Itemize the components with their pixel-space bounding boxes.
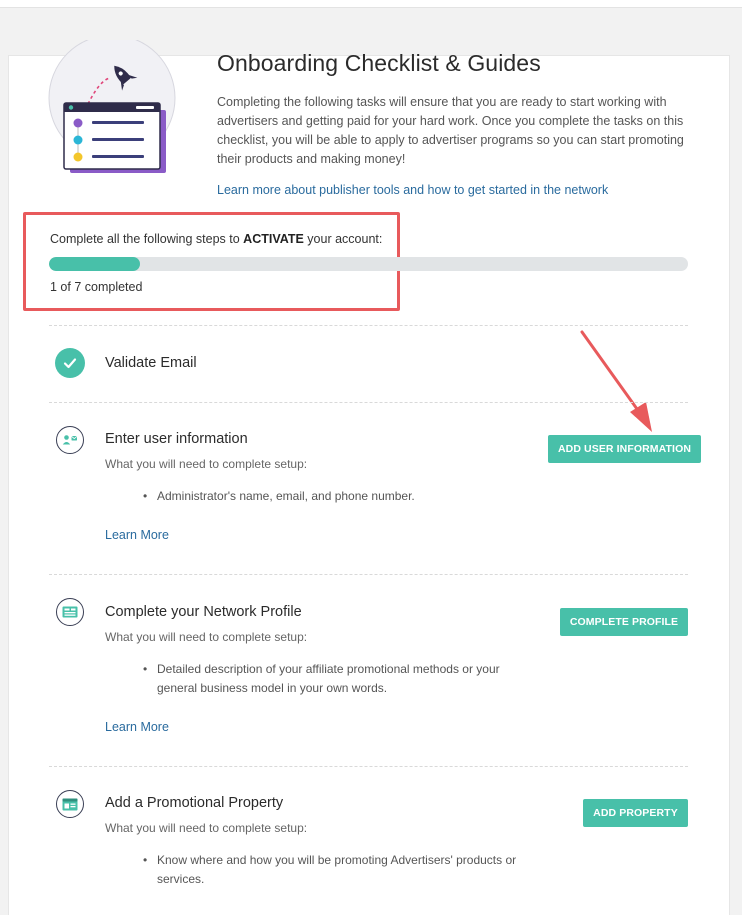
complete-profile-button[interactable]: COMPLETE PROFILE [560,608,688,636]
requirement-item: Administrator's name, email, and phone n… [143,487,528,506]
intro-paragraph: Completing the following tasks will ensu… [217,95,684,166]
progress-label-emphasis: ACTIVATE [243,232,304,246]
progress-label: Complete all the following steps to ACTI… [50,232,382,246]
progress-count: 1 of 7 completed [50,280,143,294]
divider [49,574,688,575]
progress-bar [49,257,688,271]
rocket-checklist-illustration [48,40,176,173]
top-bar [0,0,742,8]
checkmark-icon [63,358,77,369]
step-subtitle: What you will need to complete setup: [105,457,308,471]
step-title-promotional-property: Add a Promotional Property [105,795,284,811]
progress-bar-fill [49,257,141,271]
learn-publisher-tools-link[interactable]: Learn more about publisher tools and how… [217,183,608,197]
add-property-button[interactable]: ADD PROPERTY [583,799,688,827]
step-title-user-info: Enter user information [105,431,248,447]
progress-label-prefix: Complete all the following steps to [50,232,244,246]
step-subtitle: What you will need to complete setup: [105,630,308,644]
requirement-item: Detailed description of your affiliate p… [143,660,528,698]
step-title-validate-email: Validate Email [105,355,197,371]
profile-card-icon [56,598,84,626]
learn-more-link-user-info[interactable]: Learn More [105,528,169,542]
browser-window-icon [56,790,84,818]
page-title: Onboarding Checklist & Guides [217,50,541,76]
step-subtitle: What you will need to complete setup: [105,821,308,835]
divider [49,325,688,326]
step-completed-badge [55,348,85,378]
divider [49,766,688,767]
learn-more-link-network-profile[interactable]: Learn More [105,720,169,734]
divider [49,402,688,403]
step-title-network-profile: Complete your Network Profile [105,604,302,620]
add-user-information-button[interactable]: ADD USER INFORMATION [548,435,701,463]
user-card-icon [56,426,84,454]
requirement-item: Know where and how you will be promoting… [143,851,528,889]
annotation-arrow-icon [580,330,652,432]
progress-label-suffix: your account: [303,232,383,246]
